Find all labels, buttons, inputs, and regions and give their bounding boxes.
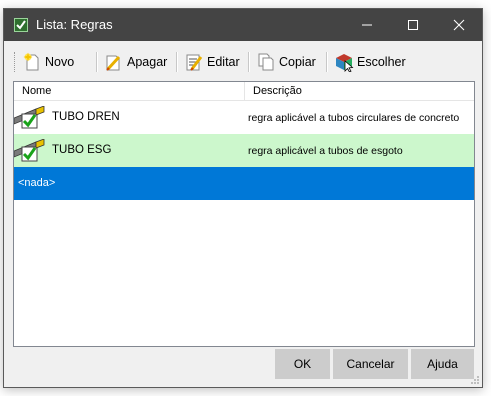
maximize-button[interactable] — [390, 9, 436, 41]
editar-label: Editar — [207, 55, 240, 69]
list-header: Nome Descrição — [14, 82, 474, 101]
copiar-label: Copiar — [279, 55, 316, 69]
rule-name: TUBO DREN — [52, 111, 120, 123]
new-document-icon — [23, 52, 39, 71]
column-header-descricao[interactable]: Descrição — [245, 82, 474, 100]
toolbar: Novo Apagar Editar Copiar Escolher — [12, 49, 474, 75]
choose-icon — [336, 54, 354, 72]
toolbar-separator — [96, 52, 98, 72]
cancel-button[interactable]: Cancelar — [333, 349, 408, 379]
edit-icon — [186, 54, 203, 71]
toolbar-separator — [176, 52, 178, 72]
rule-description: regra aplicável a tubos de esgoto — [248, 145, 403, 157]
pipe-rule-icon — [14, 106, 45, 129]
resize-grip-icon[interactable] — [470, 375, 480, 385]
toolbar-separator — [248, 52, 250, 72]
editar-button[interactable]: Editar — [184, 50, 240, 74]
title-bar[interactable]: Lista: Regras — [4, 9, 482, 41]
maximize-icon — [408, 20, 418, 30]
pipe-rule-icon — [14, 139, 45, 162]
rule-name: TUBO ESG — [52, 144, 112, 156]
help-button[interactable]: Ajuda — [411, 349, 474, 379]
column-header-nome[interactable]: Nome — [14, 82, 245, 100]
empty-item-label: <nada> — [18, 177, 56, 189]
toolbar-grip[interactable] — [14, 52, 17, 72]
ok-button[interactable]: OK — [275, 349, 330, 379]
copy-icon — [258, 53, 274, 71]
escolher-button[interactable]: Escolher — [334, 50, 406, 74]
copiar-button[interactable]: Copiar — [256, 50, 316, 74]
list-item[interactable]: TUBO ESG regra aplicável a tubos de esgo… — [14, 134, 474, 167]
novo-label: Novo — [45, 55, 75, 69]
app-icon — [14, 18, 28, 32]
rules-list[interactable]: Nome Descrição TUBO DREN regra aplicável… — [13, 81, 475, 347]
apagar-button[interactable]: Apagar — [104, 50, 167, 74]
list-item[interactable]: TUBO DREN regra aplicável a tubos circul… — [14, 101, 474, 134]
list-item-selected[interactable]: <nada> — [14, 167, 474, 200]
close-icon — [453, 19, 465, 31]
escolher-label: Escolher — [357, 55, 406, 69]
dialog-window: Lista: Regras Novo Apagar Editar Copiar … — [3, 8, 483, 388]
minimize-button[interactable] — [344, 9, 390, 41]
rule-description: regra aplicável a tubos circulares de co… — [248, 112, 460, 124]
apagar-label: Apagar — [127, 55, 168, 69]
close-button[interactable] — [436, 9, 482, 41]
minimize-icon — [362, 24, 372, 26]
erase-icon — [106, 55, 121, 71]
novo-button[interactable]: Novo — [22, 50, 74, 74]
window-title: Lista: Regras — [36, 17, 113, 32]
toolbar-separator — [326, 52, 328, 72]
